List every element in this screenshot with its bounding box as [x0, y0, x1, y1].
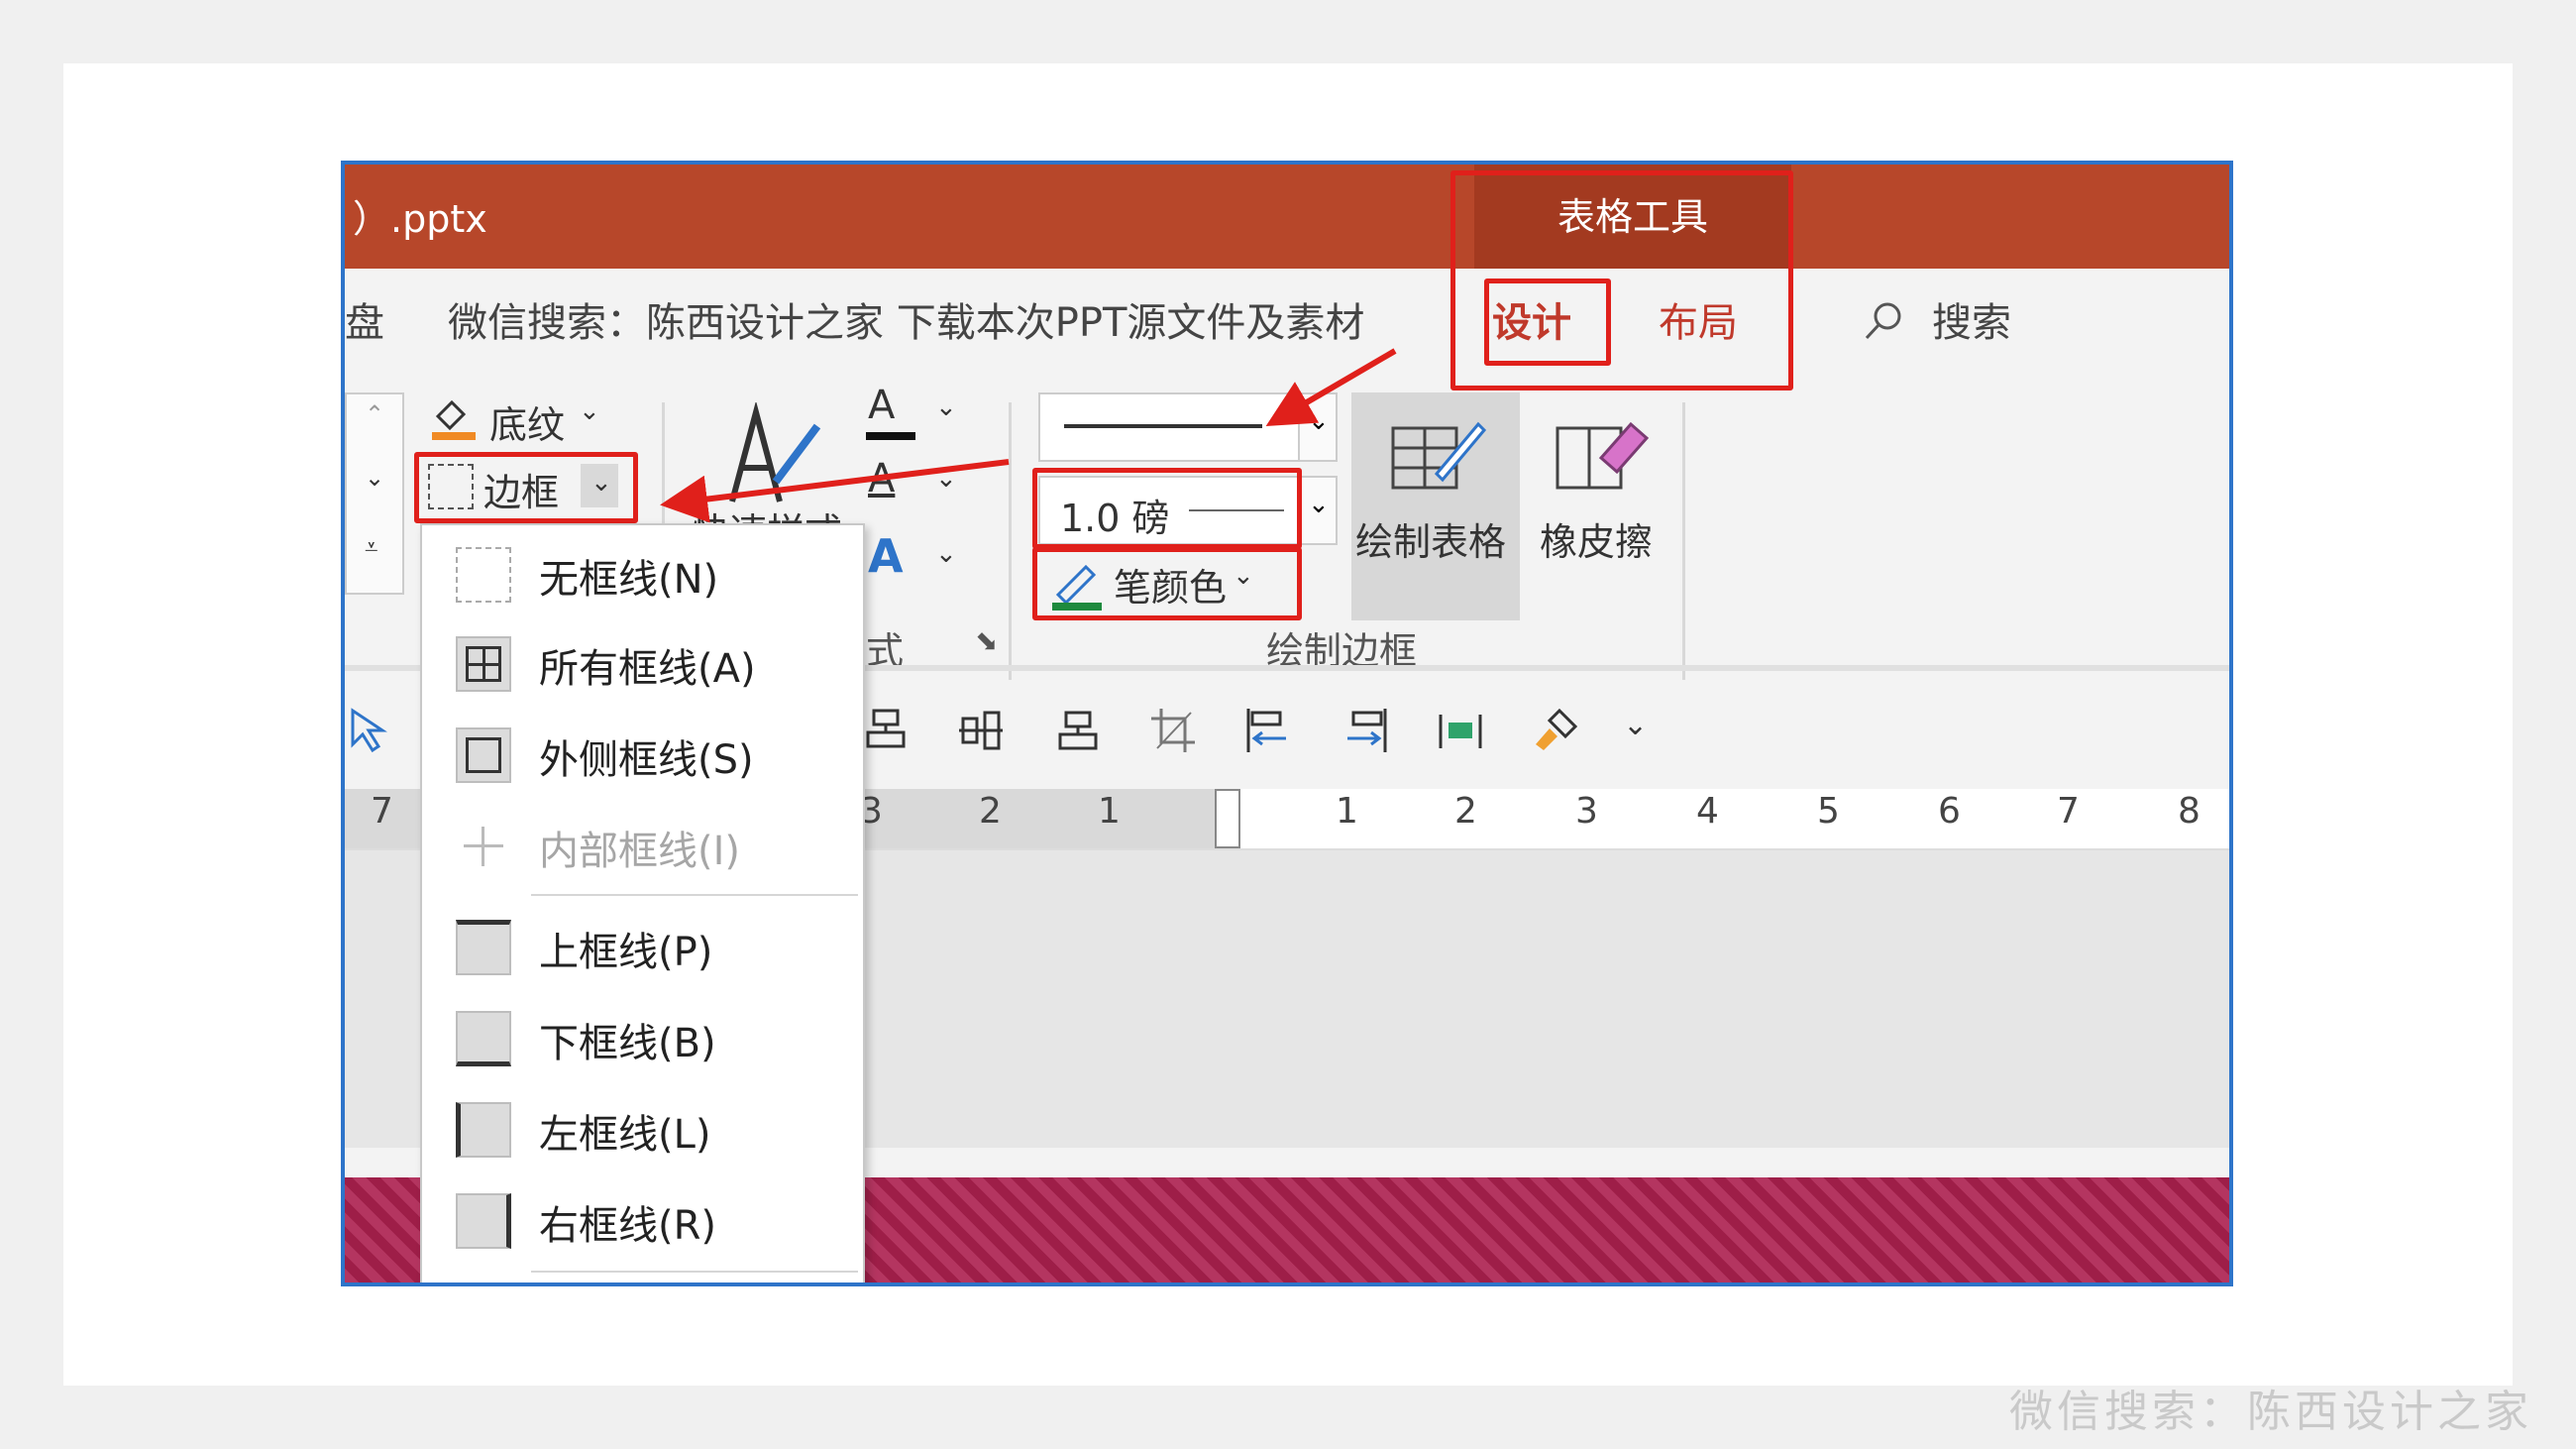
menu-item-label: 右框线(R)	[539, 1203, 717, 1249]
watermark: 微信搜索：陈西设计之家	[2009, 1387, 2532, 1437]
pen-weight-highlight	[1032, 468, 1302, 549]
menu-divider	[531, 1271, 858, 1273]
menu-item-inside-borders[interactable]: 内部框线(I)	[422, 805, 863, 884]
right-border-icon	[456, 1193, 511, 1249]
text-effects-icon[interactable]: A	[868, 529, 904, 583]
customize-toolbar-icon[interactable]: ⌄	[1623, 708, 1648, 742]
select-arrow-icon[interactable]	[345, 705, 396, 756]
border-dropdown-menu: 无框线(N) 所有框线(A) 外侧框线(S) 内部框线(I) 上框线(P) 下框…	[420, 523, 865, 1282]
ruler-tick-label: 4	[1696, 791, 1719, 832]
distribute-icon[interactable]	[1435, 705, 1486, 756]
align-bottom-icon[interactable]	[1052, 705, 1104, 756]
text-outline-icon[interactable]: A	[868, 456, 895, 502]
tab-disk[interactable]: 盘	[345, 290, 384, 348]
tab-wechat-note[interactable]: 微信搜索：陈西设计之家 下载本次PPT源文件及素材	[448, 290, 1364, 348]
group-divider	[1682, 402, 1685, 690]
draw-table-label: 绘制表格	[1355, 520, 1507, 564]
draw-table-button[interactable]: 绘制表格	[1351, 392, 1520, 620]
menu-item-label: 左框线(L)	[539, 1112, 711, 1158]
menu-item-right-border[interactable]: 右框线(R)	[422, 1179, 863, 1259]
shading-dropdown-icon[interactable]: ⌄	[579, 396, 600, 426]
shading-bucket-icon[interactable]	[428, 392, 480, 442]
ribbon-tab-row: 盘 微信搜索：陈西设计之家 下载本次PPT源文件及素材 设计 布局 搜索	[345, 269, 2229, 373]
align-right-icon[interactable]	[1340, 705, 1391, 756]
align-center-icon[interactable]	[955, 705, 1007, 756]
ruler-tick-label: 5	[1817, 791, 1840, 832]
eraser-button[interactable]: 橡皮擦	[1530, 392, 1678, 620]
bottom-border-icon	[456, 1011, 511, 1066]
pen-color-highlight	[1032, 547, 1302, 620]
quick-styles-icon[interactable]	[726, 402, 825, 511]
left-border-icon	[456, 1102, 511, 1158]
design-tab-highlight	[1484, 279, 1611, 366]
menu-item-left-border[interactable]: 左框线(L)	[422, 1088, 863, 1168]
menu-item-label: 外侧框线(S)	[539, 737, 754, 783]
shading-label[interactable]: 底纹	[489, 394, 565, 449]
menu-divider	[531, 894, 858, 896]
all-borders-icon	[456, 636, 511, 692]
text-fill-color-bar	[866, 432, 915, 440]
inside-borders-icon	[456, 819, 511, 874]
text-outline-dropdown-icon[interactable]: ⌄	[935, 464, 957, 494]
pen-style-dropdown[interactable]: ⌄	[1298, 392, 1338, 462]
text-fill-icon[interactable]: A	[868, 383, 895, 428]
ruler-tick-label: 2	[979, 791, 1002, 832]
menu-item-all-borders[interactable]: 所有框线(A)	[422, 622, 863, 702]
indent-marker[interactable]	[1215, 789, 1240, 848]
menu-item-top-border[interactable]: 上框线(P)	[422, 906, 863, 985]
eraser-label: 橡皮擦	[1540, 520, 1654, 564]
text-fill-dropdown-icon[interactable]: ⌄	[935, 392, 957, 422]
pen-weight-dropdown[interactable]: ⌄	[1298, 476, 1338, 545]
draw-table-icon	[1391, 421, 1486, 490]
menu-item-label: 上框线(P)	[539, 930, 713, 975]
group-divider	[1009, 402, 1012, 690]
ruler-tick-label: 2	[1454, 791, 1477, 832]
ruler-tick-label: 6	[1938, 791, 1961, 832]
scroll-up-icon[interactable]: ⌃	[365, 400, 384, 428]
align-left-icon[interactable]	[1242, 705, 1294, 756]
menu-item-label: 内部框线(I)	[539, 829, 741, 874]
chevron-down-icon: ⌄	[1308, 406, 1330, 436]
scroll-down-icon[interactable]: ⌄	[365, 464, 384, 492]
style-gallery-scroll[interactable]: ⌃ ⌄ ⩡	[345, 392, 404, 595]
menu-item-label: 所有框线(A)	[539, 646, 756, 692]
outside-borders-icon	[456, 727, 511, 783]
ruler-tick-label: 7	[371, 791, 393, 832]
menu-item-no-border[interactable]: 无框线(N)	[422, 533, 863, 613]
menu-item-bottom-border[interactable]: 下框线(B)	[422, 997, 863, 1076]
dialog-launcher-icon[interactable]: ⬊	[975, 624, 998, 657]
align-top-icon[interactable]	[860, 705, 912, 756]
screenshot-frame: ）.pptx 表格工具 盘 微信搜索：陈西设计之家 下载本次PPT源文件及素材 …	[341, 161, 2233, 1286]
window-title: ）.pptx	[353, 197, 487, 241]
ruler-tick-label: 3	[1575, 791, 1598, 832]
ruler-tick-label: 1	[1098, 791, 1121, 832]
gallery-more-icon[interactable]: ⩡	[365, 533, 378, 561]
ruler-tick-label: 7	[2057, 791, 2080, 832]
text-effects-dropdown-icon[interactable]: ⌄	[935, 539, 957, 569]
ruler-tick-label: 8	[2178, 791, 2200, 832]
format-painter-icon[interactable]	[1530, 705, 1581, 756]
pen-style-line	[1064, 424, 1262, 428]
title-bar: ）.pptx 表格工具	[345, 165, 2229, 269]
menu-item-label: 下框线(B)	[539, 1021, 716, 1066]
ruler-tick-label: 1	[1336, 791, 1358, 832]
eraser-icon	[1556, 421, 1650, 490]
top-border-icon	[456, 920, 511, 975]
pen-style-select[interactable]	[1038, 392, 1300, 462]
no-border-icon	[456, 547, 511, 603]
chevron-down-icon: ⌄	[1308, 490, 1330, 519]
search-label[interactable]: 搜索	[1932, 290, 2011, 348]
border-highlight	[414, 452, 638, 523]
crop-icon[interactable]	[1147, 705, 1199, 756]
menu-item-outside-borders[interactable]: 外侧框线(S)	[422, 714, 863, 793]
search-icon[interactable]	[1861, 298, 1906, 344]
menu-item-label: 无框线(N)	[539, 557, 719, 603]
